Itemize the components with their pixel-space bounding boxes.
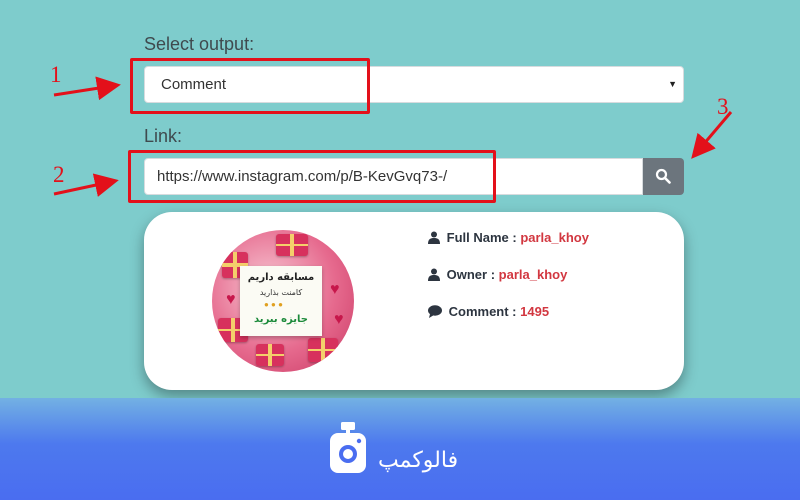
post-subline: کامنت بذارید <box>259 288 303 297</box>
result-card: ♥ ♥ ♥ مسابقه داریم کامنت بذارید ● ● ● جا… <box>144 212 684 390</box>
owner-row: Owner : parla_khoy <box>428 267 567 282</box>
user-icon <box>428 231 440 244</box>
owner-label: Owner : <box>446 267 496 282</box>
post-prize-line: جایزه ببرید <box>254 314 308 325</box>
gift-decoration <box>256 344 284 366</box>
gift-decoration <box>308 338 338 362</box>
heart-decoration: ♥ <box>330 281 340 298</box>
post-headline: مسابقه داریم <box>247 272 315 283</box>
heart-decoration: ♥ <box>226 291 236 308</box>
hand-emoji-icon: ● ● ● <box>264 300 283 309</box>
camera-icon <box>330 422 366 473</box>
gift-decoration <box>276 234 308 256</box>
full-name-label: Full Name : <box>446 230 517 245</box>
comment-value: 1495 <box>520 304 550 319</box>
heart-decoration: ♥ <box>334 311 344 328</box>
comment-label: Comment : <box>448 304 517 319</box>
comment-icon <box>428 305 442 318</box>
full-name-row: Full Name : parla_khoy <box>428 230 589 245</box>
post-thumbnail: ♥ ♥ ♥ مسابقه داریم کامنت بذارید ● ● ● جا… <box>212 230 354 372</box>
full-name-value: parla_khoy <box>520 230 589 245</box>
owner-value: parla_khoy <box>498 267 568 282</box>
user-icon <box>428 268 440 281</box>
brand-footer: فالوکمپ <box>0 398 800 500</box>
comment-row: Comment : 1495 <box>428 304 549 319</box>
post-text-card: مسابقه داریم کامنت بذارید ● ● ● جایزه بب… <box>240 266 322 336</box>
brand-name: فالوکمپ <box>378 448 459 473</box>
